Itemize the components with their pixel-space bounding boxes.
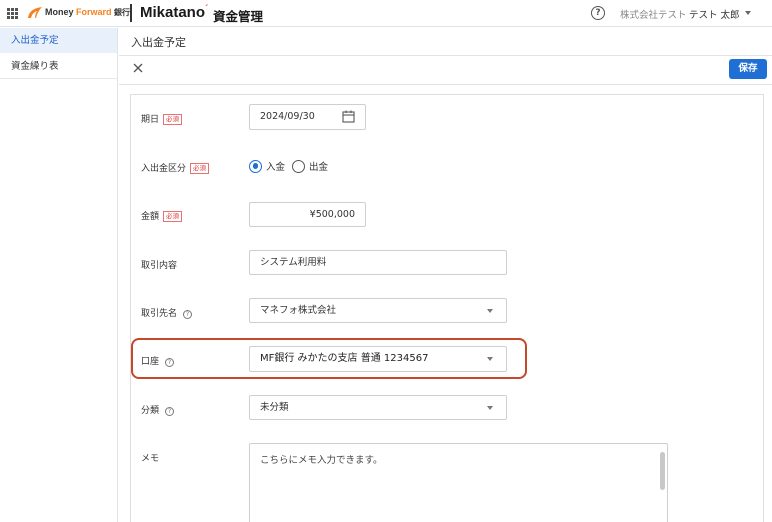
memo-scrollbar[interactable] <box>660 452 665 490</box>
radio-expense-indicator[interactable] <box>292 159 306 173</box>
caret-down-icon <box>487 406 493 410</box>
date-value: 2024/09/30 <box>260 111 315 122</box>
account-label: 口座? <box>141 354 175 367</box>
date-label-text: 期日 <box>141 115 160 125</box>
partner-select[interactable]: マネフォ株式会社 <box>249 298 507 323</box>
date-label: 期日 必須 <box>141 112 183 125</box>
description-label: 取引内容 <box>141 261 178 271</box>
memo-label: メモ <box>141 454 160 464</box>
divider <box>119 84 772 85</box>
amount-label: 金額 必須 <box>141 209 183 222</box>
partner-value: マネフォ株式会社 <box>260 305 337 316</box>
apps-grid-icon[interactable] <box>7 8 18 19</box>
sidebar: 入出金予定 資金繰り表 <box>0 28 118 522</box>
required-badge: 必須 <box>163 211 183 222</box>
amount-label-text: 金額 <box>141 212 160 222</box>
radio-income-label: 入金 <box>266 162 286 173</box>
help-icon[interactable]: ? <box>591 6 605 20</box>
divider <box>119 55 772 56</box>
help-icon[interactable]: ? <box>165 358 175 367</box>
save-button[interactable]: 保存 <box>729 59 767 79</box>
amount-input[interactable]: ¥500,000 <box>249 202 366 227</box>
app-name: Mikatano´ <box>140 4 208 21</box>
header-divider <box>130 4 132 22</box>
radio-expense-label: 出金 <box>309 162 329 173</box>
memo-placeholder: こちらにメモ入力できます。 <box>260 455 383 466</box>
partner-label: 取引先名? <box>141 306 193 319</box>
top-header: Money Forward 銀行 Mikatano´ 資金管理 ? 株式会社テス… <box>0 0 772 27</box>
close-icon[interactable] <box>131 61 145 75</box>
category-label: 分類? <box>141 403 175 416</box>
sidebar-item-cashflow[interactable]: 資金繰り表 <box>0 54 117 79</box>
radio-income[interactable]: 入金 <box>249 159 285 173</box>
type-label: 入出金区分 必須 <box>141 161 210 174</box>
category-value: 未分類 <box>260 402 289 413</box>
brand-money: Money <box>45 7 77 17</box>
date-field[interactable]: 2024/09/30 <box>249 104 366 130</box>
brand-bank: 銀行 <box>114 8 131 17</box>
type-label-text: 入出金区分 <box>141 164 187 174</box>
account-value: MF銀行 みかたの支店 普通 1234567 <box>260 353 429 364</box>
help-icon[interactable]: ? <box>165 407 175 416</box>
money-forward-logo-icon <box>28 7 42 18</box>
account-label-text: 口座 <box>141 357 160 367</box>
sidebar-item-schedule[interactable]: 入出金予定 <box>0 28 117 53</box>
required-badge: 必須 <box>163 114 183 125</box>
brand-forward: Forward <box>76 7 112 17</box>
user-name[interactable]: テスト 太郎 <box>689 7 740 21</box>
category-select[interactable]: 未分類 <box>249 395 507 420</box>
caret-down-icon[interactable] <box>745 11 751 15</box>
description-input[interactable]: システム利用料 <box>249 250 507 275</box>
brand-wordmark: Money Forward 銀行 <box>45 7 130 18</box>
page-title: 入出金予定 <box>131 36 186 49</box>
category-label-text: 分類 <box>141 406 160 416</box>
partner-label-text: 取引先名 <box>141 309 178 319</box>
radio-income-indicator[interactable] <box>249 159 262 173</box>
required-badge: 必須 <box>190 163 210 174</box>
company-name: 株式会社テスト <box>620 10 687 21</box>
app-name-accent: ´ <box>205 4 209 15</box>
memo-textarea[interactable]: こちらにメモ入力できます。 <box>249 443 668 522</box>
app-name-text: Mikatano <box>140 4 206 21</box>
account-select[interactable]: MF銀行 みかたの支店 普通 1234567 <box>249 346 507 372</box>
caret-down-icon <box>487 357 493 361</box>
product-name: 資金管理 <box>213 9 264 24</box>
caret-down-icon <box>487 309 493 313</box>
calendar-icon[interactable] <box>342 110 355 123</box>
radio-expense[interactable]: 出金 <box>292 159 328 173</box>
help-icon[interactable]: ? <box>183 310 193 319</box>
type-radio-group: 入金 出金 <box>249 158 335 174</box>
